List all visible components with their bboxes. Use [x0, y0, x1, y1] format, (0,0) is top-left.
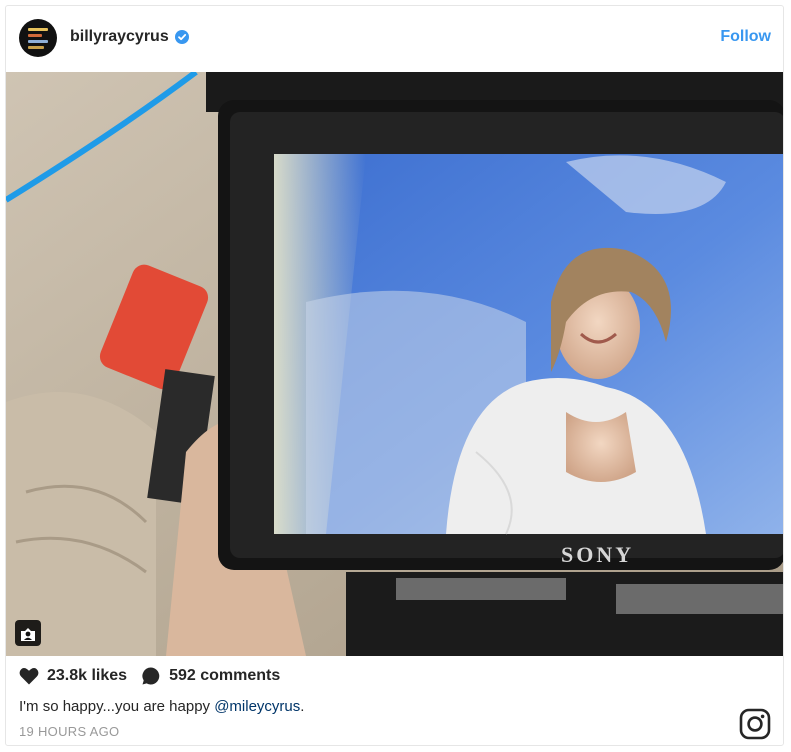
post-caption: I'm so happy...you are happy @mileycyrus… [19, 698, 304, 715]
comments-stat[interactable]: 592 comments [141, 666, 280, 686]
camera-monitor-photo: SONY [6, 72, 783, 656]
post-header: billyraycyrus Follow [6, 6, 783, 72]
instagram-embed-card: billyraycyrus Follow SONY 23.8k likes 59… [5, 5, 784, 746]
post-timestamp[interactable]: 19 HOURS AGO [19, 724, 119, 739]
heart-icon [19, 668, 39, 685]
instagram-logo-icon[interactable] [739, 708, 771, 740]
user-tag-button[interactable] [15, 620, 41, 646]
user-tag-icon [21, 628, 35, 641]
speech-bubble-icon [142, 667, 160, 685]
verified-badge-icon [174, 30, 189, 44]
engagement-stats: 23.8k likes 592 comments [19, 666, 294, 686]
likes-stat[interactable]: 23.8k likes [19, 667, 127, 685]
follow-button[interactable]: Follow [720, 28, 771, 46]
avatar[interactable] [19, 19, 57, 57]
username[interactable]: billyraycyrus [70, 28, 169, 46]
post-image[interactable]: SONY [6, 72, 783, 656]
likes-count: 23.8k likes [47, 667, 128, 684]
caption-end: . [300, 698, 305, 715]
camera-brand-label: SONY [561, 542, 634, 567]
username-group: billyraycyrus [70, 28, 189, 46]
comments-count: 592 comments [169, 667, 281, 684]
caption-text: I'm so happy...you are happy [19, 698, 215, 715]
caption-mention-link[interactable]: @mileycyrus [214, 698, 300, 715]
post-footer: 23.8k likes 592 comments I'm so happy...… [6, 656, 783, 745]
